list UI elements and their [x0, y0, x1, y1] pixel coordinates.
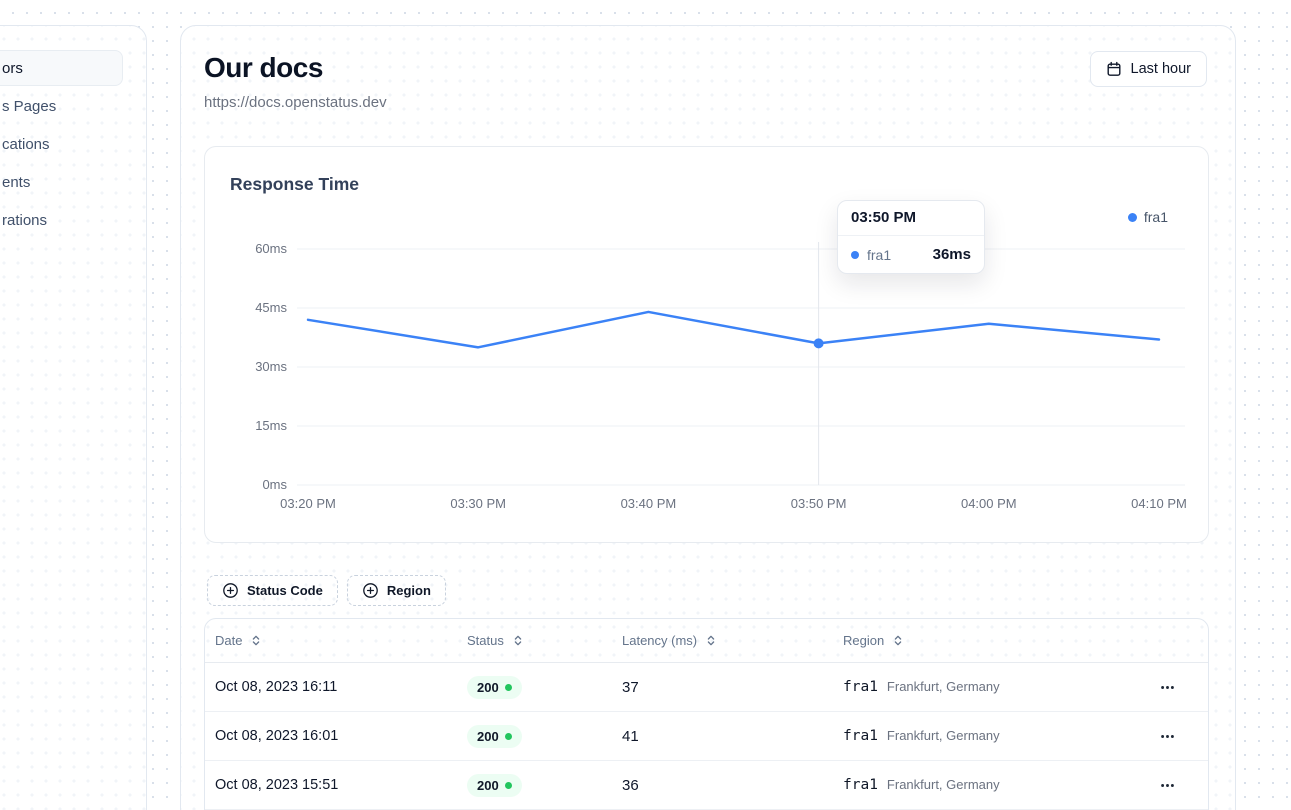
x-axis-tick-label: 04:00 PM — [929, 496, 1049, 511]
cell-status: 200 — [467, 676, 622, 699]
x-axis-tick-label: 03:50 PM — [759, 496, 879, 511]
sidebar-item-status-pages[interactable]: s Pages — [0, 88, 123, 124]
cell-latency: 41 — [622, 728, 843, 745]
more-horizontal-icon — [1159, 728, 1176, 745]
sidebar: ors s Pages cations ents rations — [0, 25, 147, 810]
response-time-card: Response Time fra1 0ms15ms30ms45ms60ms03… — [204, 146, 1209, 543]
column-label: Status — [467, 633, 504, 648]
row-actions-button[interactable] — [1150, 770, 1184, 800]
status-code: 200 — [477, 729, 499, 744]
sidebar-item-incidents[interactable]: ents — [0, 164, 123, 200]
status-ok-dot-icon — [505, 684, 512, 691]
cell-latency: 36 — [622, 777, 843, 794]
sort-toggle-icon[interactable] — [705, 634, 717, 647]
table-row[interactable]: Oct 08, 2023 15:51 200 36fra1 Frankfurt, Ge… — [205, 761, 1208, 810]
app-root: ors s Pages cations ents rations Our docs ht… — [0, 0, 1291, 810]
calendar-icon — [1106, 61, 1122, 77]
status-code: 200 — [477, 680, 499, 695]
sort-toggle-icon[interactable] — [892, 634, 904, 647]
filter-label: Status Code — [247, 583, 323, 598]
region-code: fra1 — [843, 679, 878, 695]
cell-date: Oct 08, 2023 16:01 — [215, 728, 467, 744]
sidebar-item-label: s Pages — [2, 98, 56, 115]
region-code: fra1 — [843, 777, 878, 793]
response-log-table: Date Status Latency (ms) Region Oct 08, 202… — [204, 618, 1209, 810]
page-title: Our docs — [204, 52, 323, 84]
tooltip-series-row: fra1 36ms — [838, 236, 984, 273]
monitor-url: https://docs.openstatus.dev — [204, 94, 387, 111]
tooltip-series-value: 36ms — [933, 246, 971, 263]
cell-date: Oct 08, 2023 15:51 — [215, 777, 467, 793]
region-name: Frankfurt, Germany — [887, 679, 1000, 694]
sidebar-item-label: ents — [2, 174, 30, 191]
cell-region: fra1 Frankfurt, Germany — [843, 728, 1150, 744]
plus-circle-icon — [362, 582, 379, 599]
cell-status: 200 — [467, 774, 622, 797]
row-actions-button[interactable] — [1150, 721, 1184, 751]
active-point-dot — [814, 338, 824, 348]
status-badge: 200 — [467, 774, 522, 797]
sidebar-item-notifications[interactable]: cations — [0, 126, 123, 162]
column-header-region: Region — [843, 633, 1150, 648]
column-header-date: Date — [215, 633, 467, 648]
cell-region: fra1 Frankfurt, Germany — [843, 777, 1150, 793]
x-axis-tick-label: 03:20 PM — [248, 496, 368, 511]
more-horizontal-icon — [1159, 679, 1176, 696]
sidebar-item-label: rations — [2, 212, 47, 229]
row-actions-button[interactable] — [1150, 672, 1184, 702]
sidebar-item-label: ors — [2, 60, 23, 77]
status-code: 200 — [477, 778, 499, 793]
series-dot-icon — [851, 251, 859, 259]
more-horizontal-icon — [1159, 777, 1176, 794]
sort-toggle-icon[interactable] — [512, 634, 524, 647]
filter-region-button[interactable]: Region — [347, 575, 446, 606]
column-header-status: Status — [467, 633, 622, 648]
chart-svg — [205, 147, 1210, 544]
table-row[interactable]: Oct 08, 2023 16:01 200 41fra1 Frankfurt, Ge… — [205, 712, 1208, 761]
status-badge: 200 — [467, 676, 522, 699]
plus-circle-icon — [222, 582, 239, 599]
sidebar-item-label: cations — [2, 136, 50, 153]
filter-status-code-button[interactable]: Status Code — [207, 575, 338, 606]
sidebar-item-monitors[interactable]: ors — [0, 50, 123, 86]
region-name: Frankfurt, Germany — [887, 728, 1000, 743]
sidebar-item-integrations[interactable]: rations — [0, 202, 123, 238]
column-label: Latency (ms) — [622, 633, 697, 648]
column-header-latency-ms: Latency (ms) — [622, 633, 843, 648]
table-body: Oct 08, 2023 16:1120037fra1Frankfurt, Ge… — [205, 663, 1208, 810]
column-label: Region — [843, 633, 884, 648]
table-header-row: Date Status Latency (ms) Region — [205, 619, 1208, 663]
time-range-label: Last hour — [1131, 61, 1191, 77]
cell-date: Oct 08, 2023 16:11 — [215, 679, 467, 695]
tooltip-time: 03:50 PM — [838, 201, 984, 236]
filter-label: Region — [387, 583, 431, 598]
cell-region: fra1 Frankfurt, Germany — [843, 679, 1150, 695]
chart-tooltip: 03:50 PM fra1 36ms — [837, 200, 985, 274]
chart-plot-area[interactable]: 0ms15ms30ms45ms60ms03:20 PM03:30 PM03:40… — [205, 147, 1208, 542]
status-ok-dot-icon — [505, 782, 512, 789]
x-axis-tick-label: 04:10 PM — [1099, 496, 1219, 511]
column-label: Date — [215, 633, 242, 648]
x-axis-tick-label: 03:30 PM — [418, 496, 538, 511]
x-axis-tick-label: 03:40 PM — [588, 496, 708, 511]
status-badge: 200 — [467, 725, 522, 748]
tooltip-series-name: fra1 — [867, 247, 891, 263]
table-row[interactable]: Oct 08, 2023 16:11 200 37fra1 Frankfurt, Ge… — [205, 663, 1208, 712]
sort-toggle-icon[interactable] — [250, 634, 262, 647]
status-ok-dot-icon — [505, 733, 512, 740]
region-name: Frankfurt, Germany — [887, 777, 1000, 792]
cell-latency: 37 — [622, 679, 843, 696]
series-line-fra1 — [308, 312, 1159, 347]
cell-status: 200 — [467, 725, 622, 748]
region-code: fra1 — [843, 728, 878, 744]
filter-bar: Status Code Region — [207, 575, 446, 606]
time-range-button[interactable]: Last hour — [1090, 51, 1207, 87]
main-panel: Our docs https://docs.openstatus.dev Las… — [180, 25, 1236, 810]
